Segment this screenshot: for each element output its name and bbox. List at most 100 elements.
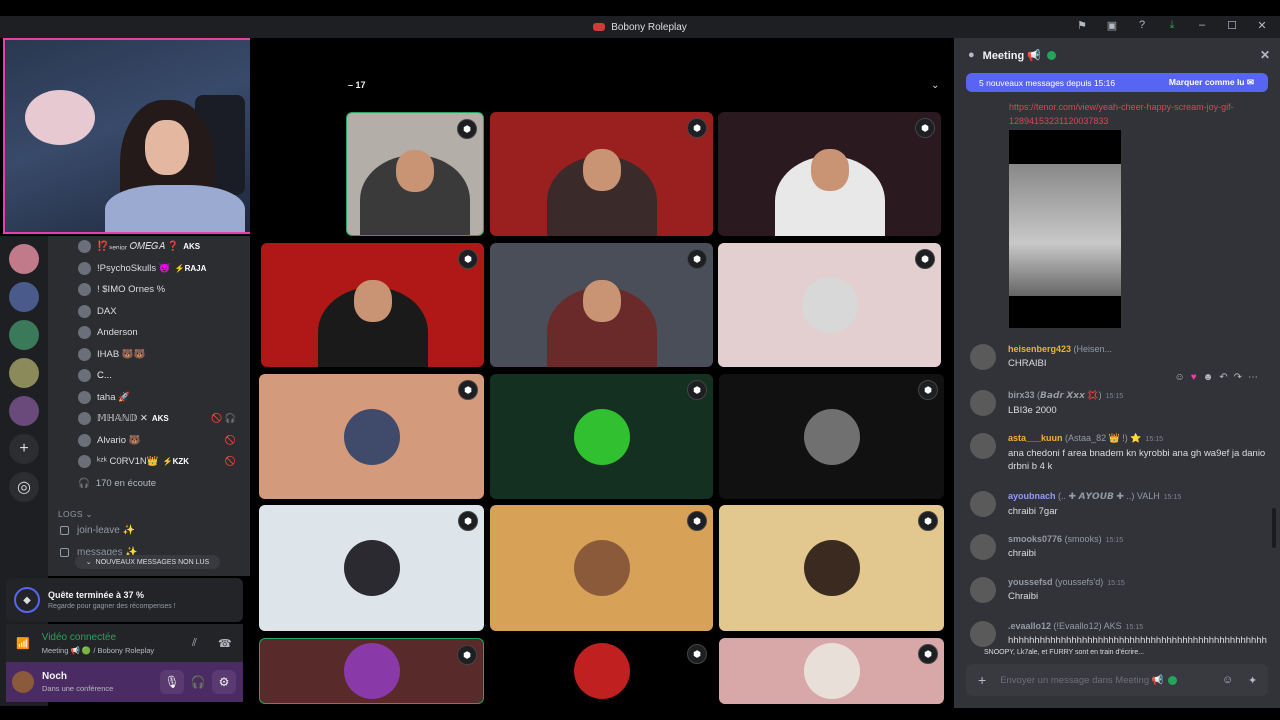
- video-tile[interactable]: ⬢: [719, 374, 944, 499]
- voice-user[interactable]: Anderson: [48, 322, 250, 344]
- emoji-icon[interactable]: ☻: [1203, 372, 1214, 383]
- chat-scrollbar[interactable]: [1272, 508, 1276, 548]
- download-icon[interactable]: ⤓: [1164, 19, 1180, 32]
- message-author[interactable]: ayoubnach: [1008, 491, 1056, 501]
- focus-video-icon[interactable]: ⬢: [687, 380, 707, 400]
- listening-count[interactable]: 🎧 170 en écoute: [48, 473, 250, 495]
- flag-icon[interactable]: ⚑: [1074, 19, 1090, 32]
- headphones-icon[interactable]: 🎧: [186, 670, 210, 694]
- signal-icon[interactable]: 📶: [16, 637, 30, 650]
- channel-join-leave[interactable]: join-leave ✨: [48, 520, 250, 542]
- message-author[interactable]: heisenberg423: [1008, 344, 1071, 354]
- avatar[interactable]: [970, 491, 996, 517]
- avatar[interactable]: [970, 390, 996, 416]
- disconnect-icon[interactable]: ☎: [218, 637, 232, 650]
- voice-detail[interactable]: Meeting 📢 🟢 / Bobony Roleplay: [42, 646, 154, 655]
- focus-video-icon[interactable]: ⬢: [458, 249, 478, 269]
- focus-video-icon[interactable]: ⬢: [687, 118, 707, 138]
- chat-message[interactable]: birx33 (𝘽𝙖𝙙𝙧 𝙓𝙭𝙭 💢) 15:15 LBI3e 2000: [968, 390, 1268, 417]
- minimize-button[interactable]: –: [1194, 19, 1210, 32]
- reply-icon[interactable]: ↶: [1219, 372, 1227, 383]
- voice-user[interactable]: IHAB 🐻🐻: [48, 344, 250, 366]
- voice-user[interactable]: ᵏᶻᵏ C0RV1N👑 ⚡KZK 🚫: [48, 451, 250, 473]
- video-tile[interactable]: ⬢: [259, 374, 484, 499]
- avatar[interactable]: [970, 577, 996, 603]
- video-tile[interactable]: ⬢: [346, 112, 484, 236]
- voice-user[interactable]: ! $IMO Ornes %: [48, 279, 250, 301]
- message-author[interactable]: asta___kuun: [1008, 433, 1063, 443]
- noise-suppression-icon[interactable]: ⫽: [192, 637, 197, 650]
- server-icon[interactable]: [9, 282, 39, 312]
- server-icon[interactable]: [9, 358, 39, 388]
- mic-muted-icon[interactable]: 🎙: [160, 670, 184, 694]
- chat-message[interactable]: ayoubnach (.. ✚ 𝘼𝙔𝙊𝙐𝘽 ✚ ..) VALH 15:15 chr…: [968, 491, 1268, 518]
- focus-video-icon[interactable]: ⬢: [687, 249, 707, 269]
- video-tile[interactable]: ⬢: [261, 243, 484, 367]
- message-composer[interactable]: + Envoyer un message dans Meeting 📢 ☺ ✦: [966, 664, 1268, 696]
- video-tile[interactable]: ⬢: [490, 374, 713, 499]
- composer-placeholder[interactable]: Envoyer un message dans Meeting 📢: [1000, 675, 1163, 686]
- category-logs[interactable]: LOGS ⌄: [48, 509, 250, 520]
- maximize-button[interactable]: ☐: [1224, 19, 1240, 32]
- mark-read-button[interactable]: Marquer comme lu ✉: [1169, 77, 1254, 88]
- close-window-button[interactable]: ✕: [1254, 19, 1270, 32]
- video-tile[interactable]: ⬢: [719, 505, 944, 631]
- message-author[interactable]: smooks0776: [1008, 534, 1062, 544]
- attach-plus-icon[interactable]: +: [978, 672, 986, 688]
- forward-icon[interactable]: ↷: [1234, 372, 1242, 383]
- voice-user[interactable]: DAX: [48, 301, 250, 323]
- server-icon[interactable]: [9, 320, 39, 350]
- chat-message[interactable]: heisenberg423 (Heisen... CHRAIBI: [968, 344, 1268, 370]
- focus-video-icon[interactable]: ⬢: [458, 511, 478, 531]
- focus-video-icon[interactable]: ⬢: [918, 380, 938, 400]
- discover-icon[interactable]: ◎: [9, 472, 39, 502]
- focus-video-icon[interactable]: ⬢: [915, 249, 935, 269]
- voice-user[interactable]: 𝕄ℍ𝔸ℕ𝔻 ✕ AKS 🚫 🎧: [48, 408, 250, 430]
- voice-user[interactable]: C...: [48, 365, 250, 387]
- avatar[interactable]: [970, 621, 996, 647]
- quest-progress[interactable]: ◆ Quête terminée à 37 % Regarde pour gag…: [6, 578, 243, 622]
- chat-message[interactable]: .evaallo12 (!Evaallo12) AKS 15:15 hhhhhhhh…: [968, 621, 1268, 647]
- avatar[interactable]: [970, 344, 996, 370]
- settings-gear-icon[interactable]: ⚙: [212, 670, 236, 694]
- video-tile[interactable]: ⬢: [490, 505, 713, 631]
- unread-messages-pill[interactable]: ⌄ NOUVEAUX MESSAGES NON LUS: [75, 555, 220, 569]
- emoji-picker-icon[interactable]: ☺: [1222, 674, 1233, 686]
- tenor-link[interactable]: https://tenor.com/view/yeah-cheer-happy-…: [1009, 100, 1249, 128]
- voice-user[interactable]: taha 🚀: [48, 387, 250, 409]
- chat-message[interactable]: youssefsd (youssefs'd) 15:15 Chraibi: [968, 577, 1268, 603]
- video-tile[interactable]: ⬢: [490, 243, 713, 367]
- heart-icon[interactable]: ♥: [1191, 372, 1197, 383]
- video-tile[interactable]: ⬢: [259, 505, 484, 631]
- help-icon[interactable]: ?: [1134, 19, 1150, 32]
- more-icon[interactable]: ⋯: [1248, 372, 1258, 383]
- voice-user[interactable]: ⁉️ₛₑₙᵢₒᵣ 𝑂𝑀𝐸𝐺𝐴 ❓ AKS: [48, 236, 250, 258]
- message-author[interactable]: .evaallo12: [1008, 621, 1051, 631]
- add-server-icon[interactable]: +: [9, 434, 39, 464]
- chat-message[interactable]: asta___kuun (Astaa_82 👑 !) ⭐ 15:15 ana che…: [968, 433, 1268, 473]
- focus-video-icon[interactable]: ⬢: [915, 118, 935, 138]
- focus-video-icon[interactable]: ⬢: [918, 644, 938, 664]
- video-tile[interactable]: ⬢: [718, 243, 941, 367]
- voice-user[interactable]: !PsychoSkulls 😈 ⚡RAJA: [48, 258, 250, 280]
- focus-video-icon[interactable]: ⬢: [918, 511, 938, 531]
- avatar[interactable]: [970, 534, 996, 560]
- focus-video-icon[interactable]: ⬢: [457, 645, 477, 665]
- inbox-icon[interactable]: ▣: [1104, 19, 1120, 32]
- chevron-down-icon[interactable]: ⌄: [931, 80, 939, 91]
- server-icon[interactable]: [9, 244, 39, 274]
- avatar[interactable]: [970, 433, 996, 459]
- message-author[interactable]: birx33: [1008, 390, 1035, 400]
- video-tile[interactable]: ⬢: [259, 638, 484, 704]
- new-messages-bar[interactable]: 5 nouveaux messages depuis 15:16 Marquer…: [966, 73, 1268, 92]
- focus-video-icon[interactable]: ⬢: [458, 380, 478, 400]
- message-author[interactable]: youssefsd: [1008, 577, 1053, 587]
- user-name[interactable]: Noch: [42, 671, 113, 682]
- chat-message[interactable]: smooks0776 (smooks) 15:15 chraibi: [968, 534, 1268, 560]
- video-tile[interactable]: ⬢: [490, 638, 713, 704]
- server-icon[interactable]: [9, 396, 39, 426]
- avatar[interactable]: [12, 671, 34, 693]
- video-tile[interactable]: ⬢: [490, 112, 713, 236]
- close-chat-button[interactable]: ✕: [1260, 48, 1270, 62]
- video-tile[interactable]: ⬢: [719, 638, 944, 704]
